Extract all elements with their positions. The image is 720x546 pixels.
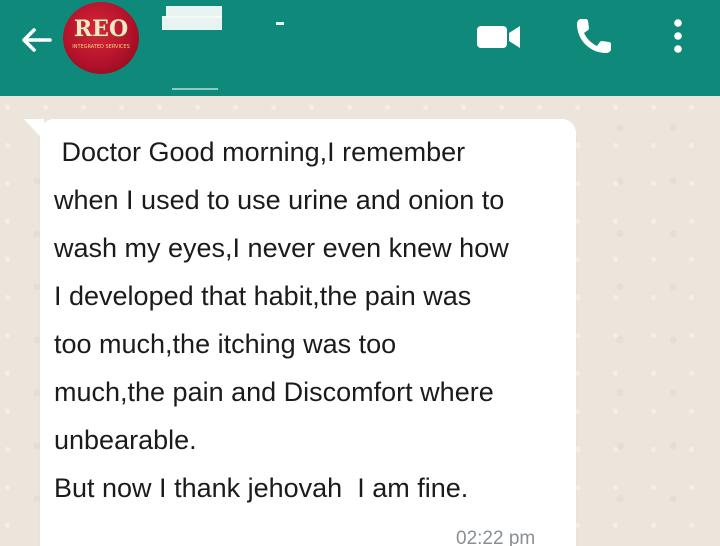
phone-icon [577, 19, 611, 53]
message-text-line: Doctor Good morning,I remember [54, 137, 466, 167]
video-camera-icon [477, 26, 520, 48]
back-button[interactable] [12, 22, 56, 62]
contact-status [172, 88, 218, 90]
contact-name-fragment [276, 22, 284, 25]
contact-name-redaction [162, 16, 222, 30]
message-text-line: But now I thank jehovah I am fine. [54, 473, 469, 503]
voice-call-button[interactable] [572, 14, 616, 58]
arrow-left-icon [22, 28, 52, 52]
video-call-button[interactable] [474, 20, 524, 54]
message-timestamp: 02:22 pm [456, 528, 536, 546]
avatar-logo-text: REO [73, 16, 129, 42]
message-text-line: too much,the itching was too [54, 329, 397, 359]
avatar-logo-subtitle: INTEGRATED SERVICES [72, 44, 130, 50]
message-text-line: much,the pain and Discomfort where [54, 377, 494, 407]
chat-screen: REO INTEGRATED SERVICES Doctor Good morn… [0, 0, 720, 546]
message-text-line: unbearable. [54, 425, 197, 455]
message-text-line: wash my eyes,I never even knew how [54, 233, 509, 263]
more-vertical-icon [674, 19, 682, 53]
chat-header: REO INTEGRATED SERVICES [0, 0, 720, 96]
message-text-line: I developed that habit,the pain was [54, 281, 472, 311]
avatar[interactable]: REO INTEGRATED SERVICES [63, 2, 139, 74]
contact-name[interactable] [162, 6, 224, 34]
message-text-line: when I used to use urine and onion to [54, 185, 505, 215]
more-options-button[interactable] [666, 16, 690, 56]
